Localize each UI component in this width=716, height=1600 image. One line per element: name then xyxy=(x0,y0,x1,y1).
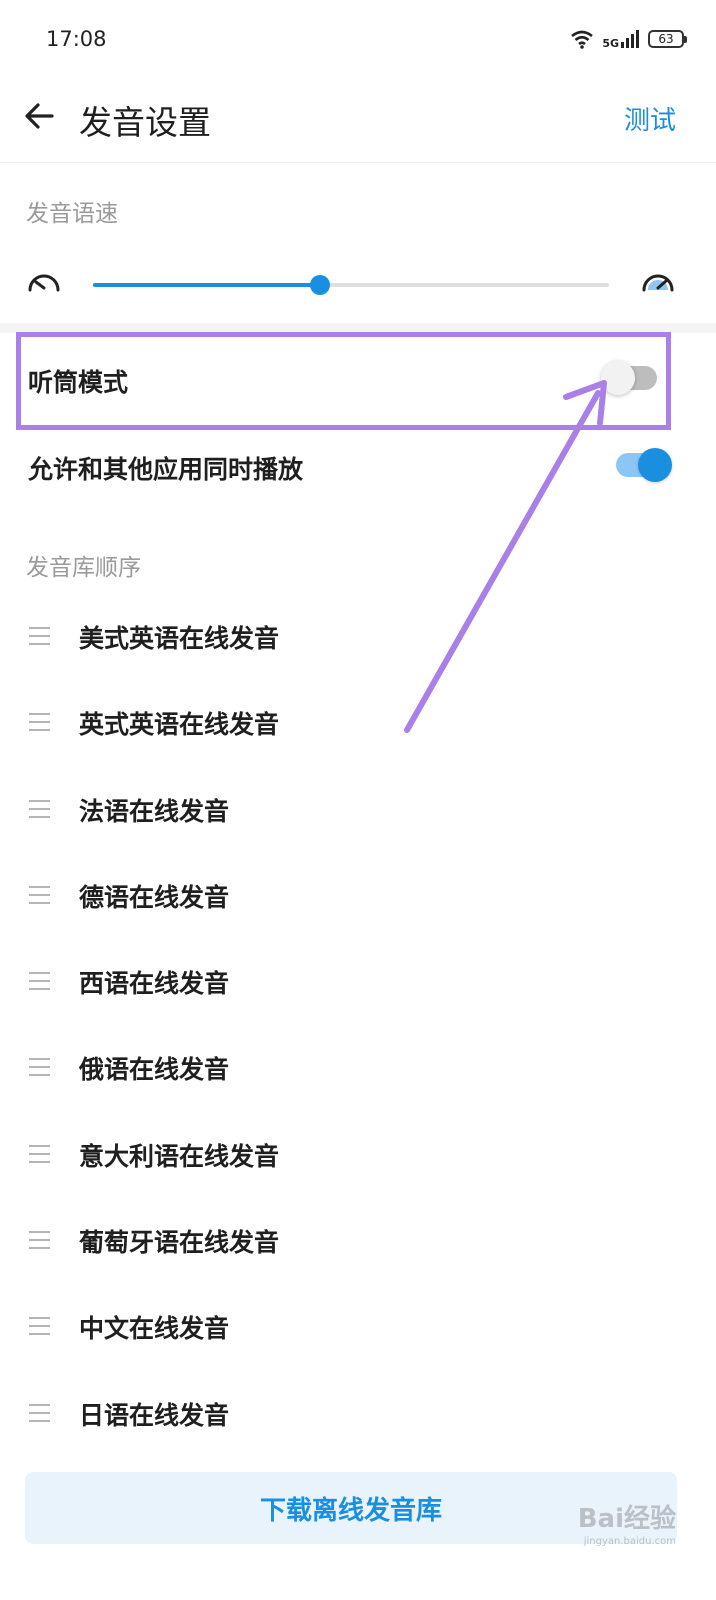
drag-handle-icon[interactable] xyxy=(29,1231,50,1250)
library-item-label: 英式英语在线发音 xyxy=(79,710,280,740)
toggle-knob xyxy=(638,448,672,482)
library-item-label: 美式英语在线发音 xyxy=(79,624,280,653)
status-icons: 5G 63 xyxy=(570,26,687,52)
cellular-signal-icon: 5G xyxy=(602,29,640,49)
annotation-highlight-box xyxy=(16,332,671,430)
library-item-label: 中文在线发音 xyxy=(79,1314,230,1344)
library-item-label: 日语在线发音 xyxy=(79,1400,230,1430)
list-item[interactable]: 英式英语在线发音 xyxy=(0,679,716,765)
drag-handle-icon[interactable] xyxy=(29,1144,50,1163)
speed-section-label: 发音语速 xyxy=(26,201,118,227)
drag-handle-icon[interactable] xyxy=(29,885,50,904)
drag-handle-icon[interactable] xyxy=(29,1403,50,1422)
battery-icon: 63 xyxy=(648,30,687,48)
library-item-label: 葡萄牙语在线发音 xyxy=(79,1228,280,1258)
library-item-label: 西语在线发音 xyxy=(79,969,230,999)
drag-handle-icon[interactable] xyxy=(29,627,50,645)
library-list: 美式英语在线发音 英式英语在线发音 法语在线发音 德语在线发音 西语在线发音 俄语在线发音… xyxy=(0,593,716,1456)
watermark-url: jingyan.baidu.com xyxy=(583,1536,676,1547)
library-item-label: 法语在线发音 xyxy=(79,796,230,826)
drag-handle-icon[interactable] xyxy=(29,1058,50,1077)
speed-slider-fill xyxy=(93,283,321,287)
library-item-label: 意大利语在线发音 xyxy=(79,1141,280,1171)
drag-handle-icon[interactable] xyxy=(29,713,50,732)
library-item-label: 德语在线发音 xyxy=(79,882,230,912)
wifi-icon xyxy=(571,30,594,49)
library-order-label: 发音库顺序 xyxy=(26,555,141,581)
speed-slider-thumb[interactable] xyxy=(310,275,331,295)
list-item[interactable]: 葡萄牙语在线发音 xyxy=(0,1197,716,1283)
header-divider xyxy=(0,162,716,163)
mix-playback-label: 允许和其他应用同时播放 xyxy=(28,455,304,484)
test-button[interactable]: 测试 xyxy=(624,100,676,137)
list-item[interactable]: 中文在线发音 xyxy=(0,1283,716,1369)
list-item[interactable]: 美式英语在线发音 xyxy=(0,593,716,679)
status-time: 17:08 xyxy=(46,27,107,51)
fast-speedometer-icon[interactable] xyxy=(640,268,676,298)
drag-handle-icon[interactable] xyxy=(29,1317,50,1336)
drag-handle-icon[interactable] xyxy=(29,799,50,818)
battery-level: 63 xyxy=(658,32,674,46)
back-arrow-icon[interactable] xyxy=(22,98,58,134)
slow-speedometer-icon[interactable] xyxy=(26,268,62,298)
network-type: 5G xyxy=(602,37,619,50)
drag-handle-icon[interactable] xyxy=(29,972,50,991)
list-item[interactable]: 西语在线发音 xyxy=(0,938,716,1024)
list-item[interactable]: 意大利语在线发音 xyxy=(0,1111,716,1197)
list-item[interactable]: 法语在线发音 xyxy=(0,766,716,852)
list-item[interactable]: 德语在线发音 xyxy=(0,852,716,938)
library-item-label: 俄语在线发音 xyxy=(79,1055,230,1085)
mix-playback-toggle[interactable] xyxy=(616,448,672,482)
page-title: 发音设置 xyxy=(79,103,211,142)
list-item[interactable]: 俄语在线发音 xyxy=(0,1024,716,1110)
watermark: Bai经验 xyxy=(577,1504,676,1534)
list-item[interactable]: 日语在线发音 xyxy=(0,1370,716,1456)
